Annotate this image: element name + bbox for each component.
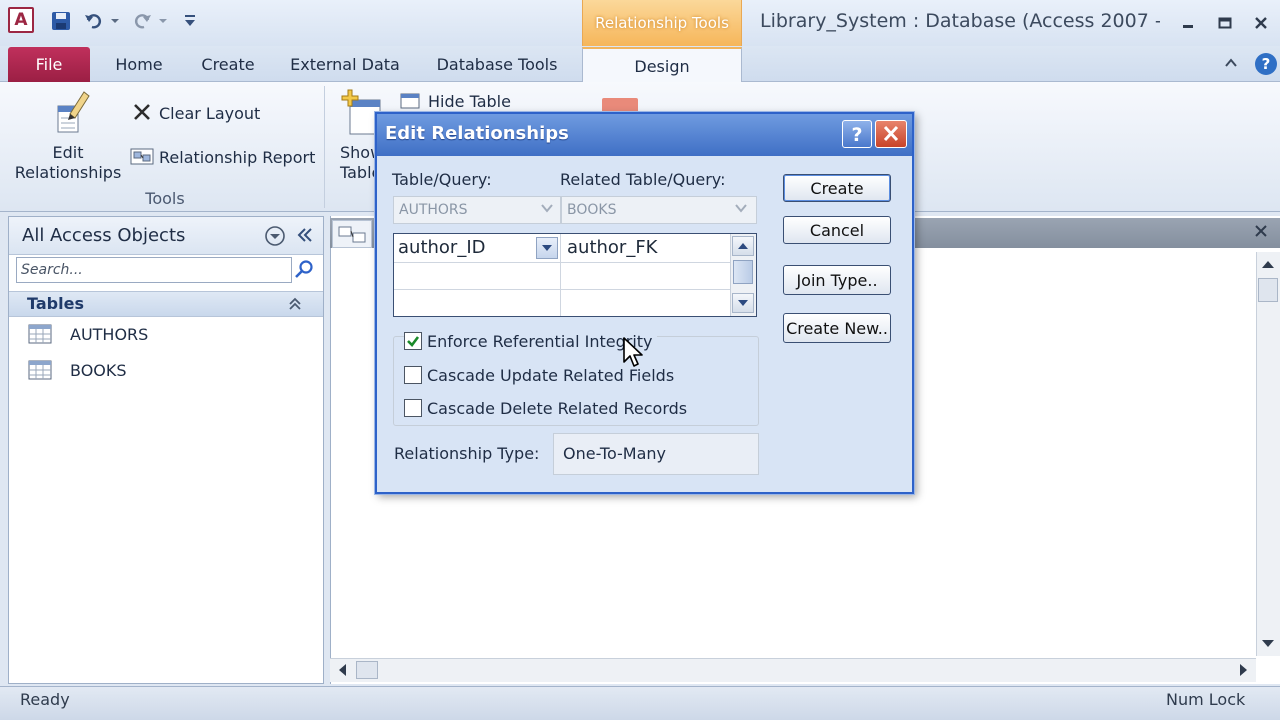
dialog-help-icon[interactable]: ? [842, 120, 872, 148]
tab-file[interactable]: File [8, 47, 90, 82]
grid-scroll-thumb[interactable] [733, 260, 753, 284]
grid-row-divider [394, 262, 730, 263]
chevron-down-icon [540, 202, 558, 218]
nav-menu-chevron-icon[interactable] [264, 225, 286, 247]
related-table-query-select[interactable]: BOOKS [561, 196, 757, 224]
related-field-cell[interactable]: author_FK [567, 237, 657, 258]
scroll-up-icon[interactable] [1258, 256, 1278, 274]
nav-item-authors[interactable]: AUTHORS [28, 320, 148, 348]
chevron-down-icon [734, 202, 752, 218]
help-icon[interactable]: ? [1254, 52, 1278, 76]
cancel-button[interactable]: Cancel [783, 216, 891, 244]
tab-create[interactable]: Create [188, 47, 268, 82]
relationships-document-tab[interactable] [332, 220, 372, 248]
vertical-scrollbar[interactable] [1256, 252, 1280, 656]
nav-group-tables-label[interactable]: Tables [27, 294, 84, 313]
clear-layout-button[interactable]: Clear Layout [159, 104, 260, 123]
table-icon [28, 324, 52, 344]
cascade-delete-option[interactable]: Cascade Delete Related Records [404, 397, 687, 419]
window-title: Library_System : Database (Access 2007 -… [760, 10, 1160, 32]
save-icon[interactable] [48, 7, 74, 35]
primary-field-cell[interactable]: author_ID [398, 237, 486, 258]
svg-text:?: ? [1262, 55, 1271, 73]
customize-toolbar-icon[interactable] [180, 7, 200, 35]
dialog-close-icon[interactable] [875, 120, 907, 148]
mouse-pointer-icon [622, 336, 644, 370]
table-query-select[interactable]: AUTHORS [393, 196, 561, 224]
nav-item-label: AUTHORS [70, 324, 149, 344]
shutter-bar-close-icon[interactable] [296, 226, 316, 246]
restore-icon[interactable] [1212, 12, 1238, 34]
minimize-ribbon-icon[interactable] [1224, 56, 1242, 72]
status-bar [0, 686, 1280, 720]
scroll-down-icon[interactable] [732, 293, 754, 313]
edit-relationships-label-2[interactable]: Relationships [14, 163, 122, 182]
undo-icon[interactable] [82, 7, 106, 35]
relationship-type-value: One-To-Many [553, 433, 759, 475]
grid-row-divider [394, 289, 730, 290]
relationship-report-button[interactable]: Relationship Report [159, 148, 315, 167]
tab-design[interactable]: Design [582, 47, 742, 83]
tools-group-label: Tools [145, 189, 185, 208]
join-type-button[interactable]: Join Type.. [783, 265, 891, 295]
navigation-pane [8, 216, 324, 684]
scroll-left-icon[interactable] [334, 661, 352, 679]
horizontal-scroll-thumb[interactable] [356, 661, 378, 679]
enforce-integrity-option[interactable]: Enforce Referential Integrity [404, 330, 657, 352]
enforce-integrity-label[interactable]: Enforce Referential Integrity [427, 332, 653, 351]
table-icon [28, 360, 52, 380]
related-table-query-label: Related Table/Query: [560, 170, 726, 189]
minimize-icon[interactable] [1175, 12, 1201, 34]
grid-column-divider [560, 234, 561, 316]
dialog-title: Edit Relationships [385, 123, 569, 144]
svg-text:?: ? [851, 124, 862, 146]
redo-dropdown-icon[interactable] [156, 7, 170, 35]
clear-layout-icon[interactable] [132, 102, 152, 124]
hide-table-icon[interactable] [400, 92, 422, 110]
relationship-tools-context-header: Relationship Tools [582, 0, 742, 46]
scroll-up-icon[interactable] [732, 236, 754, 256]
ribbon-group-separator [324, 86, 325, 208]
nav-item-label: BOOKS [70, 360, 127, 380]
undo-dropdown-icon[interactable] [108, 7, 122, 35]
relationship-report-icon[interactable] [130, 146, 154, 168]
tab-database-tools[interactable]: Database Tools [426, 47, 568, 82]
num-lock-indicator: Num Lock [1166, 690, 1246, 709]
enforce-integrity-checkbox[interactable] [404, 332, 422, 350]
redo-icon[interactable] [130, 7, 154, 35]
close-document-icon[interactable] [1254, 224, 1272, 242]
vertical-scroll-thumb[interactable] [1258, 278, 1278, 302]
create-new-button[interactable]: Create New.. [783, 313, 891, 343]
nav-item-books[interactable]: BOOKS [28, 356, 127, 384]
create-button[interactable]: Create [783, 174, 891, 202]
relationships-tab-icon [338, 226, 366, 243]
status-text: Ready [20, 690, 70, 709]
search-icon[interactable] [294, 259, 316, 281]
cascade-delete-label[interactable]: Cascade Delete Related Records [427, 399, 687, 418]
table-query-label: Table/Query: [392, 170, 492, 189]
relationship-type-label: Relationship Type: [394, 444, 540, 463]
field-dropdown-icon[interactable] [536, 237, 558, 259]
horizontal-scrollbar[interactable] [330, 658, 1256, 682]
nav-search-input[interactable]: Search... [16, 257, 292, 283]
table-row[interactable]: author_ID [394, 234, 560, 262]
nav-pane-title[interactable]: All Access Objects [22, 225, 185, 246]
tab-home[interactable]: Home [100, 47, 178, 82]
tab-external-data[interactable]: External Data [282, 47, 408, 82]
cascade-delete-checkbox[interactable] [404, 399, 422, 417]
access-logo-icon[interactable]: A [8, 7, 34, 33]
edit-relationships-label-1[interactable]: Edit [14, 143, 122, 162]
edit-relationships-icon[interactable] [44, 88, 94, 136]
close-window-icon[interactable] [1248, 12, 1274, 34]
scroll-down-icon[interactable] [1258, 634, 1278, 652]
collapse-group-icon[interactable] [288, 297, 304, 313]
hide-table-button[interactable]: Hide Table [428, 92, 511, 111]
scroll-right-icon[interactable] [1234, 661, 1252, 679]
cascade-update-checkbox[interactable] [404, 366, 422, 384]
